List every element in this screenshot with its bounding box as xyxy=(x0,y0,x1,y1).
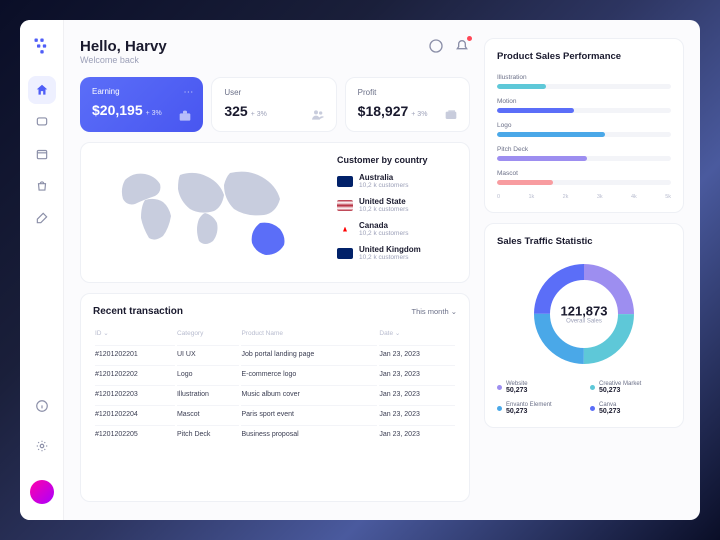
sidebar xyxy=(20,20,64,520)
table-row[interactable]: #1201202203IllustrationMusic album cover… xyxy=(95,385,455,403)
country-title: Customer by country xyxy=(337,155,457,165)
country-name: Canada xyxy=(359,221,409,230)
col-product: Product Name xyxy=(241,329,377,343)
bar-item: Logo xyxy=(497,122,671,137)
notification-dot xyxy=(467,36,472,41)
flag-icon xyxy=(337,200,353,211)
messages-icon[interactable] xyxy=(428,38,444,54)
table-row[interactable]: #1201202204MascotParis sport eventJan 23… xyxy=(95,405,455,423)
country-item[interactable]: Australia10,2 k customers xyxy=(337,173,457,189)
donut-chart: 121,873 Overall Sales xyxy=(529,259,639,369)
stat-user[interactable]: User 325 + 3% xyxy=(211,77,336,132)
stat-label: Earning xyxy=(92,87,191,96)
transactions-table: ID ⌄ Category Product Name Date ⌄ #12012… xyxy=(93,327,457,445)
stat-change: + 3% xyxy=(146,110,162,117)
bar-label: Mascot xyxy=(497,170,671,177)
col-id[interactable]: ID ⌄ xyxy=(95,329,175,343)
country-name: United Kingdom xyxy=(359,245,421,254)
transactions-title: Recent transaction xyxy=(93,306,183,317)
stat-value: 325 xyxy=(224,103,247,119)
bar-item: Illustration xyxy=(497,74,671,89)
transactions-filter[interactable]: This month ⌄ xyxy=(412,307,457,316)
user-avatar[interactable] xyxy=(30,480,54,504)
stat-profit[interactable]: Profit $18,927+ 3% xyxy=(345,77,470,132)
greeting-title: Hello, Harvy xyxy=(80,38,167,55)
bar-label: Motion xyxy=(497,98,671,105)
legend-item: Envanto Element50,273 xyxy=(497,402,578,415)
stat-earning[interactable]: ⋯ Earning $20,195+ 3% xyxy=(80,77,203,132)
briefcase-icon xyxy=(177,108,193,124)
main-content: Hello, Harvy Welcome back ⋯ Earning $20,… xyxy=(64,20,700,520)
country-item[interactable]: Canada10,2 k customers xyxy=(337,221,457,237)
country-name: United State xyxy=(359,197,409,206)
donut-value: 121,873 xyxy=(561,304,608,319)
nav-settings[interactable] xyxy=(28,432,56,460)
nav-bag[interactable] xyxy=(28,172,56,200)
bar-item: Mascot xyxy=(497,170,671,185)
country-item[interactable]: United State10,2 k customers xyxy=(337,197,457,213)
users-icon xyxy=(310,107,326,123)
stat-change: + 3% xyxy=(411,111,427,118)
map-card: Customer by country Australia10,2 k cust… xyxy=(80,142,470,283)
sales-performance-panel: Product Sales Performance Illustration Mo… xyxy=(484,38,684,213)
flag-icon xyxy=(337,248,353,259)
bar-label: Pitch Deck xyxy=(497,146,671,153)
logo-icon xyxy=(32,36,52,56)
country-sub: 10,2 k customers xyxy=(359,230,409,237)
donut-legend: Website50,273 Creative Market50,273 Envant… xyxy=(497,381,671,415)
legend-item: Canva50,273 xyxy=(590,402,671,415)
stats-row: ⋯ Earning $20,195+ 3% User 325+ 3% Profi… xyxy=(80,77,470,132)
bar-label: Illustration xyxy=(497,74,671,81)
notifications-icon[interactable] xyxy=(454,38,470,54)
table-row[interactable]: #1201202202LogoE-commerce logoJan 23, 20… xyxy=(95,365,455,383)
stat-value: $18,927 xyxy=(358,103,409,119)
stat-label: User xyxy=(224,88,323,97)
nav-info[interactable] xyxy=(28,392,56,420)
legend-item: Creative Market50,273 xyxy=(590,381,671,394)
more-icon[interactable]: ⋯ xyxy=(183,87,193,98)
panel-title: Product Sales Performance xyxy=(497,51,671,62)
bar-axis: 01k2k3k4k5k xyxy=(497,194,671,200)
legend-item: Website50,273 xyxy=(497,381,578,394)
country-item[interactable]: United Kingdom10,2 k customers xyxy=(337,245,457,261)
transactions-card: Recent transaction This month ⌄ ID ⌄ Cat… xyxy=(80,293,470,502)
nav-edit[interactable] xyxy=(28,204,56,232)
stat-change: + 3% xyxy=(251,111,267,118)
stat-value: $20,195 xyxy=(92,102,143,118)
nav-calendar[interactable] xyxy=(28,140,56,168)
sales-traffic-panel: Sales Traffic Statistic 121,873 Overall … xyxy=(484,223,684,428)
panel-title: Sales Traffic Statistic xyxy=(497,236,671,247)
nav-home[interactable] xyxy=(28,76,56,104)
donut-label: Overall Sales xyxy=(561,319,608,325)
table-row[interactable]: #1201202205Pitch DeckBusiness proposalJa… xyxy=(95,425,455,443)
country-sub: 10,2 k customers xyxy=(359,254,421,261)
col-date[interactable]: Date ⌄ xyxy=(379,329,455,343)
country-name: Australia xyxy=(359,173,409,182)
table-row[interactable]: #1201202201UI UXJob portal landing pageJ… xyxy=(95,345,455,363)
flag-icon xyxy=(337,176,353,187)
wallet-icon xyxy=(443,107,459,123)
country-sub: 10,2 k customers xyxy=(359,182,409,189)
world-map xyxy=(93,155,327,270)
bar-label: Logo xyxy=(497,122,671,129)
bar-item: Pitch Deck xyxy=(497,146,671,161)
app-shell: Hello, Harvy Welcome back ⋯ Earning $20,… xyxy=(20,20,700,520)
country-sub: 10,2 k customers xyxy=(359,206,409,213)
page-header: Hello, Harvy Welcome back xyxy=(80,38,470,65)
flag-icon xyxy=(337,224,353,235)
nav-chat[interactable] xyxy=(28,108,56,136)
greeting-subtitle: Welcome back xyxy=(80,55,167,65)
col-category: Category xyxy=(177,329,240,343)
bar-item: Motion xyxy=(497,98,671,113)
stat-label: Profit xyxy=(358,88,457,97)
